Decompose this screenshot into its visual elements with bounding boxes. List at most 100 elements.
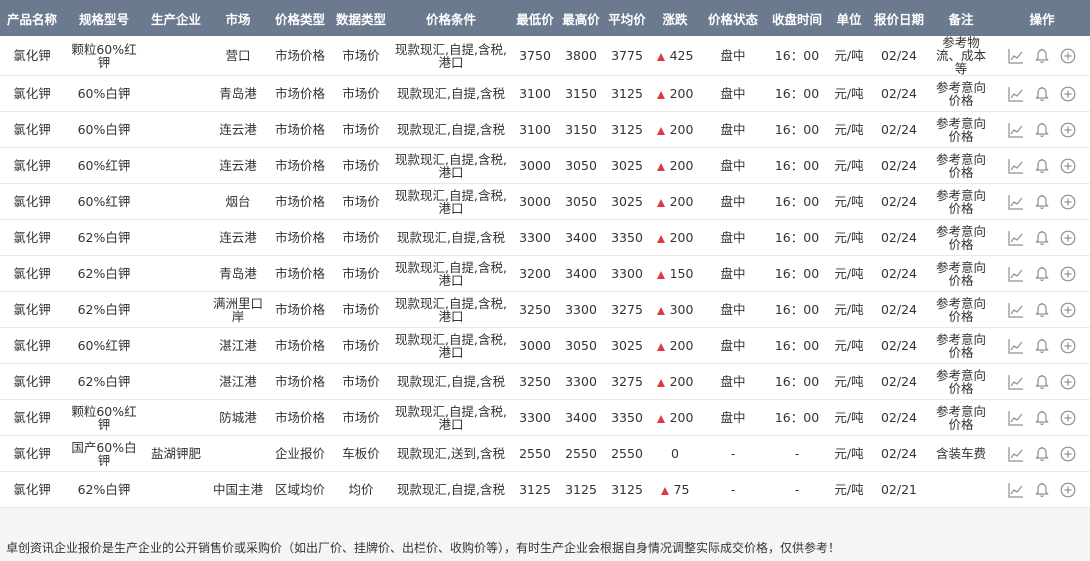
add-icon[interactable]	[1060, 230, 1076, 246]
cell-condition: 现款现汇,自提,含税,港口	[390, 36, 512, 76]
cell-status: 盘中	[700, 255, 766, 292]
disclaimer-text: 卓创资讯企业报价是生产企业的公开销售价或采购价（如出厂价、挂牌价、出栏价、收购价…	[6, 541, 841, 555]
add-icon[interactable]	[1060, 338, 1076, 354]
add-icon[interactable]	[1060, 410, 1076, 426]
bell-icon[interactable]	[1034, 230, 1050, 246]
change-value: 300	[669, 302, 694, 317]
cell-spec: 62%白钾	[64, 471, 144, 508]
cell-unit: 元/吨	[828, 36, 870, 76]
add-icon[interactable]	[1060, 122, 1076, 138]
chart-icon[interactable]	[1008, 194, 1024, 210]
cell-avg: 3125	[604, 471, 650, 508]
change-value: 200	[669, 374, 694, 389]
add-icon[interactable]	[1060, 482, 1076, 498]
cell-unit: 元/吨	[828, 435, 870, 472]
bell-icon[interactable]	[1034, 410, 1050, 426]
cell-low: 3000	[512, 183, 558, 220]
add-icon[interactable]	[1060, 374, 1076, 390]
cell-producer	[144, 363, 208, 400]
chart-icon[interactable]	[1008, 122, 1024, 138]
chart-icon[interactable]	[1008, 410, 1024, 426]
cell-condition: 现款现汇,自提,含税	[390, 219, 512, 256]
change-value: 200	[669, 410, 694, 425]
cell-market: 连云港	[208, 219, 268, 256]
chart-icon[interactable]	[1008, 302, 1024, 318]
cell-remark: 含装车费	[928, 435, 994, 472]
cell-spec: 60%红钾	[64, 147, 144, 184]
cell-condition: 现款现汇,自提,含税	[390, 363, 512, 400]
chart-icon[interactable]	[1008, 482, 1024, 498]
chart-icon[interactable]	[1008, 338, 1024, 354]
add-icon[interactable]	[1060, 446, 1076, 462]
add-icon[interactable]	[1060, 86, 1076, 102]
chart-icon[interactable]	[1008, 374, 1024, 390]
cell-market: 青岛港	[208, 255, 268, 292]
cell-spec: 62%白钾	[64, 291, 144, 328]
cell-change: 75	[650, 471, 700, 508]
change-value: 200	[669, 158, 694, 173]
cell-remark: 参考意向价格	[928, 291, 994, 328]
header-high: 最高价	[558, 0, 604, 36]
add-icon[interactable]	[1060, 266, 1076, 282]
cell-high: 2550	[558, 435, 604, 472]
add-icon[interactable]	[1060, 302, 1076, 318]
chart-icon[interactable]	[1008, 446, 1024, 462]
cell-producer	[144, 399, 208, 436]
cell-data-type: 市场价	[332, 111, 390, 148]
cell-price-type: 市场价格	[268, 111, 332, 148]
cell-close-time: -	[766, 435, 828, 472]
add-icon[interactable]	[1060, 48, 1076, 64]
bell-icon[interactable]	[1034, 446, 1050, 462]
cell-avg: 3025	[604, 183, 650, 220]
chart-icon[interactable]	[1008, 48, 1024, 64]
chart-icon[interactable]	[1008, 86, 1024, 102]
bell-icon[interactable]	[1034, 266, 1050, 282]
table-row: 氯化钾 60%红钾 湛江港 市场价格 市场价 现款现汇,自提,含税,港口 300…	[0, 327, 1090, 364]
change-value: 425	[669, 48, 694, 63]
cell-avg: 3125	[604, 111, 650, 148]
cell-market: 湛江港	[208, 363, 268, 400]
bell-icon[interactable]	[1034, 338, 1050, 354]
change-value: 200	[669, 122, 694, 137]
bell-icon[interactable]	[1034, 48, 1050, 64]
cell-low: 3250	[512, 363, 558, 400]
cell-producer	[144, 219, 208, 256]
bell-icon[interactable]	[1034, 122, 1050, 138]
bell-icon[interactable]	[1034, 482, 1050, 498]
table-row: 氯化钾 60%红钾 烟台 市场价格 市场价 现款现汇,自提,含税,港口 3000…	[0, 183, 1090, 220]
bell-icon[interactable]	[1034, 302, 1050, 318]
cell-close-time: 16：00	[766, 291, 828, 328]
cell-price-type: 市场价格	[268, 363, 332, 400]
change-value: 150	[669, 266, 694, 281]
chart-icon[interactable]	[1008, 158, 1024, 174]
cell-spec: 62%白钾	[64, 255, 144, 292]
change-value: 200	[669, 86, 694, 101]
cell-product: 氯化钾	[0, 75, 64, 112]
cell-avg: 3025	[604, 147, 650, 184]
cell-condition: 现款现汇,自提,含税,港口	[390, 399, 512, 436]
cell-producer: 盐湖钾肥	[144, 435, 208, 472]
cell-producer	[144, 291, 208, 328]
cell-market: 连云港	[208, 147, 268, 184]
bell-icon[interactable]	[1034, 374, 1050, 390]
cell-high: 3150	[558, 75, 604, 112]
cell-avg: 2550	[604, 435, 650, 472]
cell-price-type: 市场价格	[268, 183, 332, 220]
cell-actions	[994, 111, 1090, 148]
add-icon[interactable]	[1060, 158, 1076, 174]
chart-icon[interactable]	[1008, 266, 1024, 282]
bell-icon[interactable]	[1034, 86, 1050, 102]
chart-icon[interactable]	[1008, 230, 1024, 246]
cell-product: 氯化钾	[0, 219, 64, 256]
cell-date: 02/24	[870, 363, 928, 400]
cell-status: 盘中	[700, 399, 766, 436]
cell-date: 02/24	[870, 147, 928, 184]
header-price-type: 价格类型	[268, 0, 332, 36]
bell-icon[interactable]	[1034, 194, 1050, 210]
bell-icon[interactable]	[1034, 158, 1050, 174]
cell-actions	[994, 147, 1090, 184]
table-row: 氯化钾 62%白钾 中国主港 区域均价 均价 现款现汇,自提,含税 3125 3…	[0, 471, 1090, 508]
cell-status: 盘中	[700, 291, 766, 328]
cell-condition: 现款现汇,自提,含税	[390, 111, 512, 148]
add-icon[interactable]	[1060, 194, 1076, 210]
